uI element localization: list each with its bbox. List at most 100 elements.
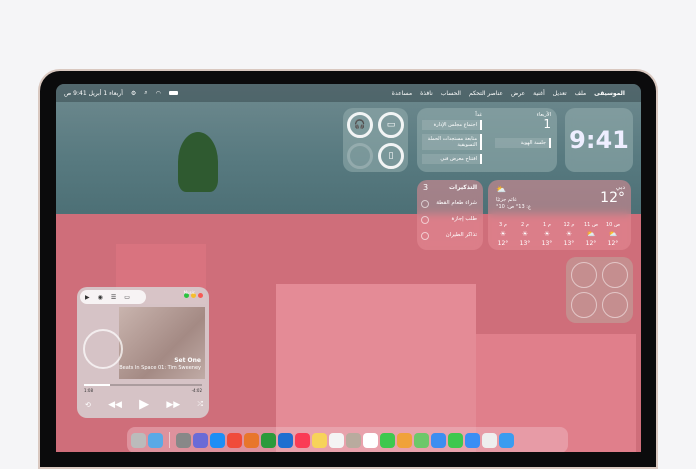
messages-icon[interactable] [448, 432, 463, 448]
weather-icon: ⛅ [586, 230, 596, 238]
reminders-title: التذكيرات [449, 184, 477, 191]
calendar-event[interactable]: متابعة مستجدات الحملة التسويقية [422, 134, 482, 150]
hourly-forecast: 2 م ☀ 13° [516, 222, 534, 247]
photos-icon[interactable] [397, 432, 412, 448]
hourly-forecast: 1 م ☀ 13° [538, 222, 556, 247]
app-store-icon[interactable] [210, 432, 225, 448]
queue-icon[interactable]: ☰ [111, 294, 116, 301]
checkbox[interactable] [421, 216, 429, 224]
reminder-item[interactable]: شراء طعام القطة [421, 200, 477, 208]
fast-forward-icon[interactable]: ▶▶ [166, 400, 180, 410]
control-center-icon[interactable]: ⚙ [131, 90, 136, 97]
play-icon[interactable]: ▶ [139, 397, 149, 412]
hourly-forecast: 10 ص ⛅ 12° [606, 222, 620, 247]
track-title: Set One [174, 357, 201, 364]
menu-window[interactable]: نافذة [420, 90, 433, 97]
menu-file[interactable]: ملف [575, 90, 586, 97]
hourly-forecast: 12 م ☀ 13° [560, 222, 578, 247]
hourly-forecast: 11 ص ⛅ 12° [584, 222, 598, 247]
weather-icon: ☀ [499, 230, 507, 238]
battery-icon[interactable] [168, 91, 178, 95]
search-icon[interactable]: ⌕ [144, 89, 147, 97]
calendar-event[interactable]: اجتماع مجلس الإدارة [422, 120, 482, 130]
dock [127, 427, 568, 452]
world-clock-widget[interactable] [566, 257, 633, 323]
calendar-tomorrow-label: غداً [475, 112, 482, 118]
calendar-widget[interactable]: الأربعاء 1 جلسة الهوية غداً اجتماع مجلس … [417, 108, 557, 172]
menu-help[interactable]: مساعدة [392, 90, 412, 97]
safari-icon[interactable] [465, 432, 480, 448]
analog-clock [602, 292, 628, 318]
weather-icon: ⛅ [608, 230, 618, 238]
user-icon[interactable]: ◉ [98, 294, 103, 301]
tree [178, 132, 218, 192]
weather-condition: غائم جزئيًا [496, 197, 517, 203]
checkbox[interactable] [421, 232, 429, 240]
menu-bar: أربعاء 1 أبريل 9:41 ص ⚙ ⌕ ◠ الموسيقى ملف… [56, 84, 641, 102]
batteries-widget[interactable]: 🎧 ▭ ▯ [343, 108, 408, 172]
hourly-forecast: 3 م ☀ 12° [494, 222, 512, 247]
menu-controls[interactable]: عناصر التحكم [469, 90, 503, 97]
calendar-icon[interactable] [363, 432, 378, 448]
dock-divider [169, 432, 170, 448]
calendar-event[interactable]: جلسة الهوية [495, 138, 551, 148]
checkbox[interactable] [421, 200, 429, 208]
calendar-today-date: 1 [543, 117, 551, 131]
rewind-icon[interactable]: ◀◀ [108, 400, 122, 410]
laptop-icon: ▭ [378, 112, 404, 138]
menu-app[interactable]: الموسيقى [594, 90, 625, 97]
music-mini-player[interactable]: ▶ ◉ ☰ ▭ Music Set One Beats In Space 01: Ti… [77, 287, 209, 418]
keynote-icon[interactable] [278, 432, 293, 448]
repeat-icon[interactable]: ⟲ [85, 401, 91, 409]
wifi-icon[interactable]: ◠ [156, 90, 161, 97]
reminders-icon[interactable] [329, 432, 344, 448]
numbers-icon[interactable] [261, 432, 276, 448]
weather-icon: ☀ [521, 230, 529, 238]
mouse-icon: ▯ [378, 143, 404, 169]
bis-logo [83, 329, 123, 369]
system-settings-icon[interactable] [176, 432, 191, 448]
weather-widget[interactable]: دبي 12° ⛅ غائم جزئيًا ع: 13° ص: 10° 3 م ☀… [488, 180, 631, 250]
reminders-widget[interactable]: التذكيرات 3 شراء طعام القطة طلب إجازة تذ… [417, 180, 483, 250]
remaining-time: -4:02 [191, 388, 202, 393]
iphone-mirroring-icon[interactable] [193, 432, 208, 448]
finder-icon[interactable] [499, 432, 514, 448]
airplay-icon[interactable]: ▶ [85, 294, 90, 301]
phone-icon[interactable] [380, 432, 395, 448]
progress-bar[interactable] [84, 384, 202, 386]
menu-song[interactable]: أغنية [533, 90, 545, 97]
music-app-label: Music [183, 290, 195, 295]
reminder-item[interactable]: طلب إجازة [421, 216, 477, 224]
shuffle-icon[interactable]: ⤮ [197, 400, 203, 409]
menu-view[interactable]: عرض [511, 90, 525, 97]
weather-temp: 12° [600, 190, 625, 206]
calendar-event[interactable]: افتتاح معرض فني [422, 154, 482, 164]
elapsed-time: 1:08 [84, 388, 93, 393]
partly-cloudy-icon: ⛅ [496, 185, 506, 194]
analog-clock [602, 262, 628, 288]
lyrics-icon[interactable]: ▭ [124, 294, 130, 301]
menubar-datetime[interactable]: أربعاء 1 أبريل 9:41 ص [64, 90, 123, 97]
notes-icon[interactable] [312, 432, 327, 448]
track-subtitle: Beats In Space 01: Tim Sweeney [119, 365, 201, 371]
mail-icon[interactable] [431, 432, 446, 448]
analog-clock [571, 292, 597, 318]
folder-icon[interactable] [148, 432, 163, 448]
reminder-item[interactable]: تذاكر الطيران [421, 232, 477, 240]
launchpad-grid-icon[interactable] [482, 432, 497, 448]
weather-icon: ☀ [543, 230, 551, 238]
menu-edit[interactable]: تعديل [553, 90, 567, 97]
launchpad-icon[interactable] [227, 432, 242, 448]
close-button[interactable] [198, 293, 203, 298]
menu-account[interactable]: الحساب [441, 90, 461, 97]
reminders-count: 3 [423, 183, 429, 192]
desktop: أربعاء 1 أبريل 9:41 ص ⚙ ⌕ ◠ الموسيقى ملف… [56, 84, 641, 452]
music-icon[interactable] [295, 432, 310, 448]
trash-icon[interactable] [131, 432, 146, 448]
maps-icon[interactable] [414, 432, 429, 448]
contacts-icon[interactable] [346, 432, 361, 448]
pages-icon[interactable] [244, 432, 259, 448]
clock-widget[interactable]: 9:41 [565, 108, 633, 172]
weather-icon: ☀ [565, 230, 573, 238]
headphones-icon: 🎧 [347, 112, 373, 138]
